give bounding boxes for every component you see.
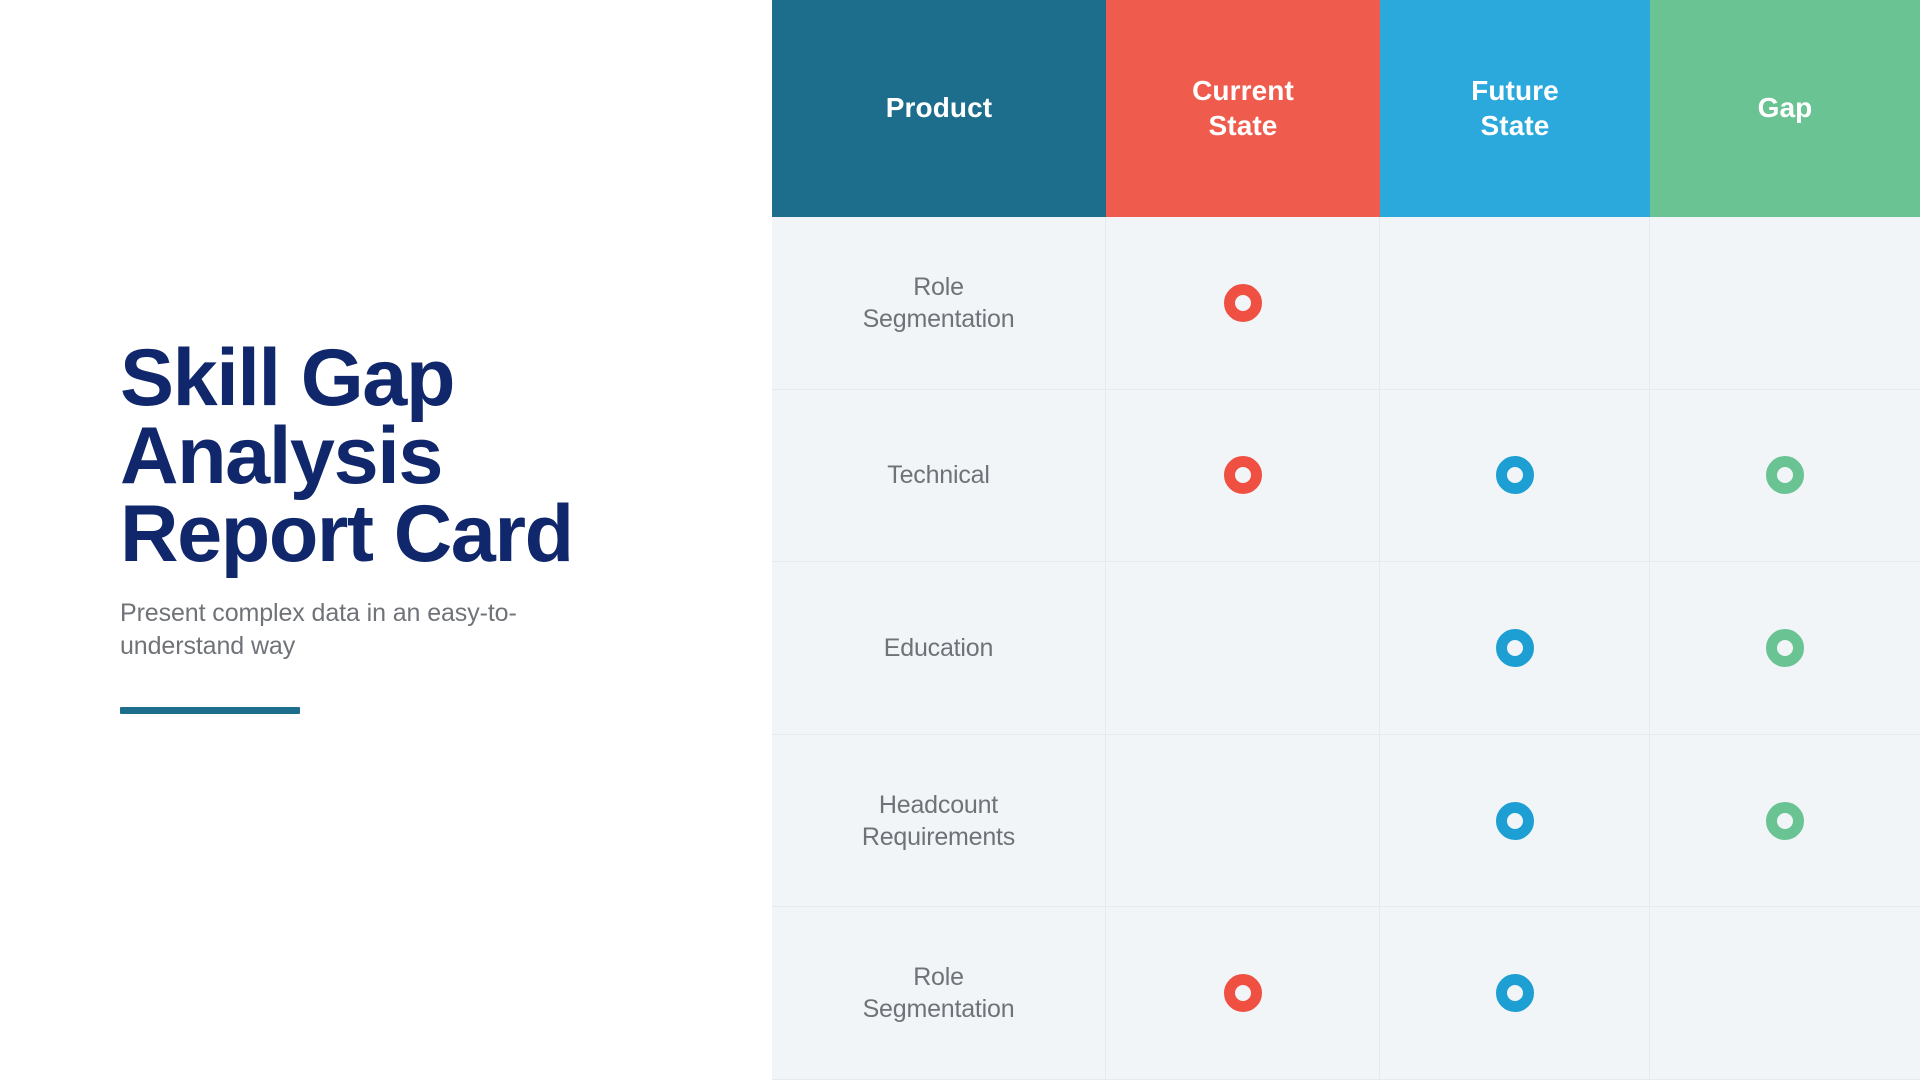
red-ring-marker-icon — [1223, 974, 1262, 1013]
cell-gap — [1650, 217, 1920, 390]
green-ring-marker-icon — [1766, 628, 1804, 667]
red-ring-marker-icon — [1223, 283, 1262, 322]
accent-divider — [120, 707, 300, 715]
table-header-current-state: Current State — [1106, 0, 1380, 217]
cell-future-state — [1380, 217, 1650, 390]
table-row: Role Segmentation — [772, 907, 1106, 1080]
green-ring-marker-icon — [1766, 801, 1804, 840]
left-panel: Skill Gap Analysis Report Card Present c… — [0, 0, 772, 1080]
blue-ring-marker-icon — [1495, 974, 1534, 1013]
slide-canvas: Skill Gap Analysis Report Card Present c… — [0, 0, 1920, 1080]
row-label: Headcount Requirements — [861, 790, 1016, 851]
table-header-gap: Gap — [1650, 0, 1920, 217]
row-label: Role Segmentation — [862, 272, 1015, 333]
table-header-future-state: Future State — [1380, 0, 1650, 217]
cell-gap — [1650, 562, 1920, 735]
cell-current-state — [1106, 562, 1380, 735]
skill-gap-table: Product Current State Future State Gap R… — [772, 0, 1920, 1080]
cell-future-state — [1380, 734, 1650, 908]
cell-current-state — [1106, 389, 1380, 563]
row-label: Education — [883, 633, 994, 662]
cell-future-state — [1380, 562, 1650, 735]
row-label: Role Segmentation — [862, 963, 1015, 1024]
red-ring-marker-icon — [1223, 456, 1262, 495]
green-ring-marker-icon — [1766, 456, 1804, 495]
blue-ring-marker-icon — [1495, 456, 1534, 495]
row-label: Technical — [887, 461, 990, 490]
blue-ring-marker-icon — [1495, 628, 1534, 667]
table-row: Headcount Requirements — [772, 734, 1106, 908]
page-title: Skill Gap Analysis Report Card — [120, 333, 574, 579]
cell-current-state — [1106, 734, 1380, 908]
cell-gap — [1650, 389, 1920, 563]
cell-future-state — [1380, 907, 1650, 1080]
header-label-gap: Gap — [1757, 92, 1813, 124]
title-block: Skill Gap Analysis Report Card Present c… — [120, 333, 640, 715]
table-row: Technical — [772, 389, 1106, 563]
cell-gap — [1650, 734, 1920, 908]
header-label-product: Product — [885, 92, 993, 124]
table-row: Role Segmentation — [772, 217, 1106, 390]
blue-ring-marker-icon — [1495, 801, 1534, 840]
cell-future-state — [1380, 389, 1650, 563]
table-row: Education — [772, 562, 1106, 735]
header-label-future-state: Future State — [1471, 74, 1559, 141]
cell-current-state — [1106, 907, 1380, 1080]
cell-current-state — [1106, 217, 1380, 390]
header-label-current-state: Current State — [1192, 74, 1294, 141]
table-header-product: Product — [772, 0, 1106, 217]
page-subtitle: Present complex data in an easy-to-under… — [120, 599, 517, 661]
cell-gap — [1650, 907, 1920, 1080]
